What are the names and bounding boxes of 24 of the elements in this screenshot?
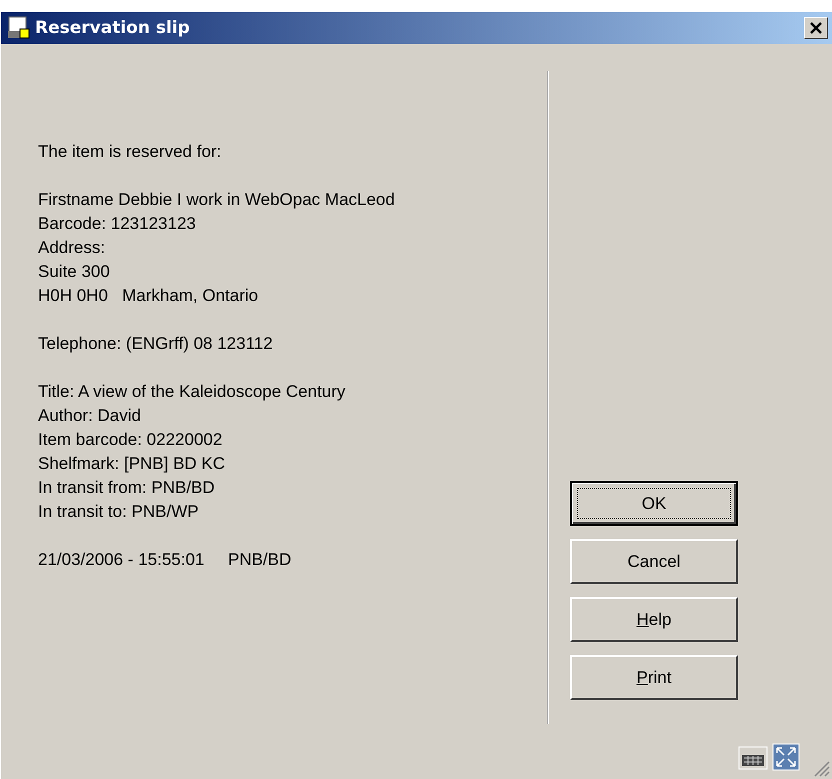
expand-icon[interactable] [772, 743, 800, 771]
slip-text: Telephone: (ENGrff) 08 123112 [38, 333, 274, 355]
dialog-button[interactable]: OK [570, 481, 738, 526]
slip-text: Address: [38, 237, 106, 259]
slip-text: Title: A view of the Kaleidoscope Century [38, 381, 346, 403]
slip-text: Suite 300 [38, 261, 111, 283]
dialog-button[interactable]: Print [570, 655, 738, 700]
slip-text: The item is reserved for: [38, 141, 222, 163]
dialog-button[interactable]: Cancel [570, 539, 738, 584]
resize-grip-icon[interactable] [812, 759, 830, 777]
dialog-button[interactable]: Help [570, 597, 738, 642]
close-icon [809, 22, 823, 34]
app-icon [7, 16, 31, 40]
slip-text: Firstname Debbie I work in WebOpac MacLeod [38, 189, 396, 211]
slip-text: In transit to: PNB/WP [38, 501, 200, 523]
slip-text: Barcode: 123123123 [38, 213, 197, 235]
slip-text: Author: David [38, 405, 142, 427]
slip-text: In transit from: PNB/BD [38, 477, 216, 499]
slip-text: 21/03/2006 - 15:55:01 PNB/BD [38, 549, 292, 571]
slip-text: Shelfmark: [PNB] BD KC [38, 453, 226, 475]
close-button[interactable] [804, 17, 828, 39]
slip-text: Item barcode: 02220002 [38, 429, 224, 451]
window-title: Reservation slip [35, 18, 191, 38]
slip-text: H0H 0H0 Markham, Ontario [38, 285, 260, 307]
